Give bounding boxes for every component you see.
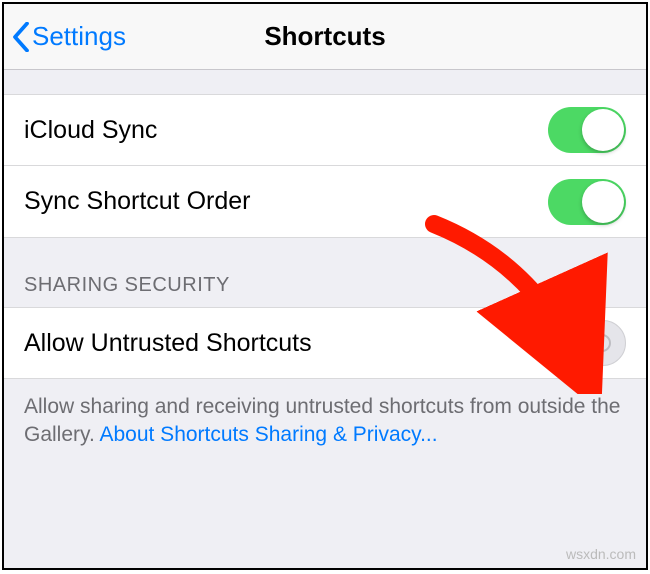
about-sharing-privacy-link[interactable]: About Shortcuts Sharing & Privacy... — [99, 423, 437, 446]
cell-allow-untrusted: Allow Untrusted Shortcuts — [4, 307, 646, 379]
toggle-allow-untrusted[interactable] — [548, 320, 626, 366]
footer-description: Allow sharing and receiving untrusted sh… — [4, 379, 646, 470]
cell-label: iCloud Sync — [24, 116, 157, 145]
navbar: Settings Shortcuts — [4, 4, 646, 70]
cell-label: Sync Shortcut Order — [24, 187, 250, 216]
cell-sync-order: Sync Shortcut Order — [4, 166, 646, 238]
toggle-sync-order[interactable] — [548, 179, 626, 225]
back-button[interactable]: Settings — [4, 21, 126, 52]
chevron-left-icon — [12, 22, 30, 52]
section-header-sharing-security: SHARING SECURITY — [4, 238, 646, 307]
toggle-knob — [582, 181, 624, 223]
toggle-knob — [551, 323, 593, 365]
cell-label: Allow Untrusted Shortcuts — [24, 329, 312, 358]
back-label: Settings — [32, 21, 126, 52]
toggle-knob — [582, 109, 624, 151]
cell-icloud-sync: iCloud Sync — [4, 94, 646, 166]
toggle-icloud-sync[interactable] — [548, 107, 626, 153]
watermark: wsxdn.com — [566, 546, 636, 562]
